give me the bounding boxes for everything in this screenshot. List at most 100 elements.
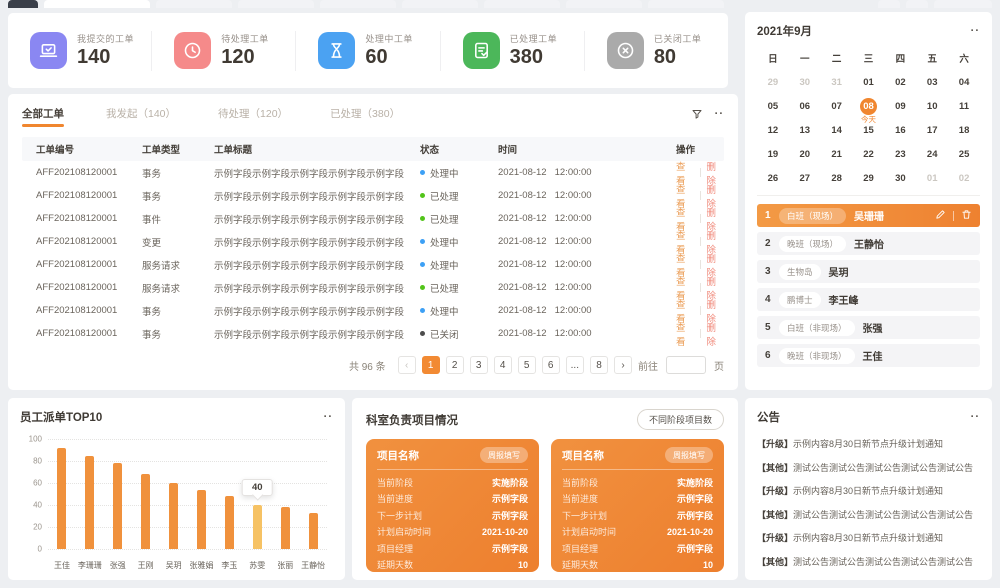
cell-order-id: AFF202108120001: [22, 259, 142, 270]
calendar-day[interactable]: 19: [757, 142, 789, 166]
tab-workorders[interactable]: 已处理（380）: [330, 106, 400, 127]
calendar-day[interactable]: 06: [789, 94, 821, 118]
calendar-day[interactable]: 31: [821, 70, 853, 94]
page-button[interactable]: 8: [590, 356, 608, 374]
bar[interactable]: [57, 448, 66, 549]
more-icon[interactable]: ··: [715, 111, 724, 117]
bar[interactable]: [169, 483, 178, 549]
duty-row[interactable]: 3生物岛吴玥: [757, 260, 980, 283]
calendar-day[interactable]: 27: [789, 166, 821, 190]
announcement-item[interactable]: 【升级】示例内容8月30日新节点升级计划通知: [757, 479, 980, 503]
announcement-item[interactable]: 【升级】示例内容8月30日新节点升级计划通知: [757, 526, 980, 550]
calendar-day[interactable]: 05: [757, 94, 789, 118]
duty-row[interactable]: 1白班（现场）吴珊珊: [757, 204, 980, 227]
calendar-day[interactable]: 23: [884, 142, 916, 166]
edit-icon[interactable]: [935, 207, 946, 225]
calendar-day[interactable]: 15: [853, 118, 885, 142]
browser-tab[interactable]: [648, 0, 724, 8]
bar[interactable]: [85, 456, 94, 550]
browser-tab[interactable]: [484, 0, 560, 8]
calendar-day[interactable]: 25: [948, 142, 980, 166]
pagination-ellipsis[interactable]: ...: [566, 356, 584, 374]
calendar-day[interactable]: 18: [948, 118, 980, 142]
calendar-day[interactable]: 29: [757, 70, 789, 94]
more-icon[interactable]: ··: [324, 414, 333, 420]
calendar-day[interactable]: 09: [884, 94, 916, 118]
calendar-day[interactable]: 13: [789, 118, 821, 142]
page-button[interactable]: 4: [494, 356, 512, 374]
announcement-item[interactable]: 【其他】测试公告测试公告测试公告测试公告测试公告: [757, 550, 980, 574]
tab-workorders[interactable]: 我发起（140）: [106, 106, 176, 127]
browser-tab[interactable]: [156, 0, 232, 8]
browser-control[interactable]: [906, 0, 928, 8]
duty-row[interactable]: 2晚班（现场）王静怡: [757, 232, 980, 255]
tab-workorders[interactable]: 待处理（120）: [218, 106, 288, 127]
next-page-button[interactable]: ›: [614, 356, 632, 374]
calendar-day[interactable]: 02: [884, 70, 916, 94]
browser-control[interactable]: [878, 0, 900, 8]
bar[interactable]: [253, 505, 262, 549]
cell-status: 已处理: [420, 281, 498, 295]
duty-row[interactable]: 6晚班（非现场）王佳: [757, 344, 980, 367]
filter-icon[interactable]: [691, 108, 703, 120]
bar[interactable]: [141, 474, 150, 549]
page-button[interactable]: 1: [422, 356, 440, 374]
weekly-report-button[interactable]: 周报填写: [665, 447, 713, 463]
calendar-day[interactable]: 10: [916, 94, 948, 118]
weekly-report-button[interactable]: 周报填写: [480, 447, 528, 463]
goto-page-input[interactable]: [666, 356, 706, 374]
calendar-day[interactable]: 03: [916, 70, 948, 94]
announcement-item[interactable]: 【其他】测试公告测试公告测试公告测试公告测试公告: [757, 456, 980, 480]
page-button[interactable]: 5: [518, 356, 536, 374]
calendar-day[interactable]: 08今天: [853, 94, 885, 118]
browser-tab[interactable]: [8, 0, 38, 8]
prev-page-button[interactable]: ‹: [398, 356, 416, 374]
browser-tab[interactable]: [320, 0, 396, 8]
view-link[interactable]: 查看: [676, 320, 694, 348]
calendar-day[interactable]: 04: [948, 70, 980, 94]
more-icon[interactable]: ··: [971, 28, 980, 34]
bar[interactable]: [113, 463, 122, 549]
calendar-day[interactable]: 11: [948, 94, 980, 118]
browser-control[interactable]: [934, 0, 992, 8]
calendar-day[interactable]: 30: [884, 166, 916, 190]
bar[interactable]: [309, 513, 318, 549]
calendar-day[interactable]: 14: [821, 118, 853, 142]
calendar-day[interactable]: 17: [916, 118, 948, 142]
calendar-day[interactable]: 16: [884, 118, 916, 142]
browser-tab[interactable]: [238, 0, 314, 8]
browser-tab[interactable]: [566, 0, 642, 8]
announcement-item[interactable]: 【其他】测试公告测试公告测试公告测试公告测试公告: [757, 503, 980, 527]
announcement-tag: 【升级】: [757, 437, 793, 450]
announcement-item[interactable]: 【升级】示例内容8月30日新节点升级计划通知: [757, 432, 980, 456]
calendar-day[interactable]: 24: [916, 142, 948, 166]
bar[interactable]: [225, 496, 234, 549]
duty-row[interactable]: 4鹏博士李王峰: [757, 288, 980, 311]
calendar-day[interactable]: 20: [789, 142, 821, 166]
calendar-day[interactable]: 29: [853, 166, 885, 190]
delete-icon[interactable]: [961, 207, 972, 225]
bar[interactable]: [281, 507, 290, 549]
calendar-day[interactable]: 22: [853, 142, 885, 166]
delete-link[interactable]: 删除: [706, 320, 724, 348]
tab-workorders[interactable]: 全部工单: [22, 106, 64, 127]
calendar-day[interactable]: 02: [948, 166, 980, 190]
bar[interactable]: [197, 490, 206, 549]
calendar-day[interactable]: 30: [789, 70, 821, 94]
page-button[interactable]: 3: [470, 356, 488, 374]
page-button[interactable]: 2: [446, 356, 464, 374]
calendar-day[interactable]: 07: [821, 94, 853, 118]
browser-tab[interactable]: [402, 0, 478, 8]
calendar-day[interactable]: 21: [821, 142, 853, 166]
calendar-day[interactable]: 12: [757, 118, 789, 142]
page-button[interactable]: 6: [542, 356, 560, 374]
calendar-day[interactable]: 28: [821, 166, 853, 190]
browser-tab[interactable]: [44, 0, 150, 8]
duty-row[interactable]: 5白班（非现场）张强: [757, 316, 980, 339]
more-icon[interactable]: ··: [971, 414, 980, 420]
calendar-day[interactable]: 26: [757, 166, 789, 190]
calendar-day[interactable]: 01: [853, 70, 885, 94]
calendar-day[interactable]: 01: [916, 166, 948, 190]
stage-count-button[interactable]: 不同阶段项目数: [637, 409, 724, 430]
date-text: 2021-08-12: [498, 259, 547, 270]
